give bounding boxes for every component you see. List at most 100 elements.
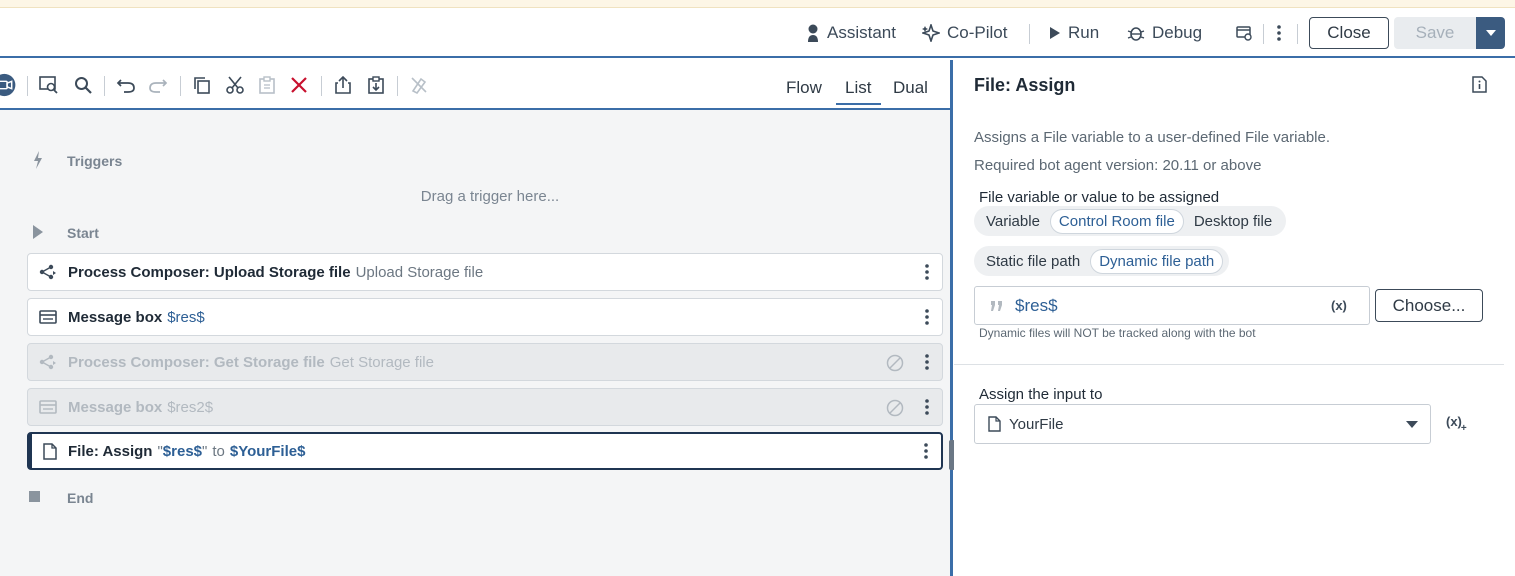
step-title: File: Assign [68,442,153,460]
file-source-selector: Variable Control Room file Desktop file [974,206,1287,236]
file-icon [43,442,57,460]
create-variable-button[interactable]: (x)+ [1446,414,1468,434]
cut-button[interactable] [223,73,247,97]
process-composer-icon [39,264,56,280]
play-icon [1050,27,1060,39]
file-path-value: $res$ [1015,295,1058,315]
find-in-page-icon [39,76,58,94]
panel-splitter[interactable] [950,60,953,576]
bug-icon [1127,27,1145,41]
copy-icon [194,77,210,94]
assistant-label: Assistant [827,23,896,42]
option-desktop-file[interactable]: Desktop file [1186,210,1280,233]
kebab-icon[interactable] [924,398,930,416]
list-item-selected[interactable]: File: Assign " $res$ " to $YourFile$ [27,432,943,470]
step-connector: to [212,442,225,460]
redo-button[interactable] [146,73,170,97]
tab-flow[interactable]: Flow [786,78,822,98]
search-button[interactable] [71,73,95,97]
chevron-down-icon [1406,421,1418,428]
notification-strip [0,0,1515,8]
save-button[interactable]: Save [1394,17,1476,49]
caret-down-icon [1485,30,1496,36]
export-button[interactable] [331,73,355,97]
step-title: Message box [68,398,163,416]
disable-action-button[interactable] [407,73,431,97]
kebab-icon[interactable] [923,442,929,460]
plus-icon: + [1460,423,1467,434]
action-info-icon[interactable] [1472,76,1487,93]
variables-panel-button[interactable] [1236,8,1259,58]
debug-button[interactable]: Debug [1127,8,1202,58]
process-composer-icon [39,354,56,370]
dynamic-file-note: Dynamic files will NOT be tracked along … [979,326,1256,340]
option-static-file-path[interactable]: Static file path [978,250,1088,273]
record-button[interactable] [0,73,20,97]
copilot-label: Co-Pilot [947,23,1008,42]
insert-variable-button[interactable]: (x) [1331,298,1347,313]
tab-list[interactable]: List [836,78,882,105]
separator [1297,24,1298,44]
end-label: End [67,490,94,506]
list-item[interactable]: Process Composer: Get Storage file Get S… [27,343,943,381]
option-dynamic-file-path[interactable]: Dynamic file path [1090,248,1224,274]
step-title: Process Composer: Get Storage file [68,353,325,371]
trigger-drop-zone[interactable]: Drag a trigger here... [0,188,980,205]
message-box-icon [39,310,57,324]
export-icon [335,76,351,94]
more-options-button[interactable] [1276,8,1289,58]
copilot-button[interactable]: Co-Pilot [922,8,1007,58]
close-button[interactable]: Close [1309,17,1389,49]
scissors-icon [226,76,244,94]
import-button[interactable] [364,73,388,97]
step-subtitle: Get Storage file [329,353,434,371]
kebab-icon [1277,25,1281,41]
end-icon [29,491,40,502]
delete-button[interactable] [287,73,311,97]
start-icon [33,225,43,239]
run-button[interactable]: Run [1049,8,1099,58]
separator [397,76,398,96]
redo-icon [149,79,168,93]
assign-variable-value: YourFile [1009,415,1064,433]
kebab-icon[interactable] [924,263,930,281]
save-options-button[interactable] [1476,17,1505,49]
debug-label: Debug [1152,23,1203,42]
copy-button[interactable] [190,73,214,97]
step-variable: $res$ [167,308,205,326]
option-variable[interactable]: Variable [978,210,1048,233]
kebab-icon[interactable] [924,353,930,371]
choose-button[interactable]: Choose... [1375,289,1483,322]
canvas-toolbar: Flow List Dual [0,60,952,110]
list-item[interactable]: Process Composer: Upload Storage file Up… [27,253,943,291]
separator [27,76,28,96]
assign-variable-select[interactable]: YourFile [974,404,1431,444]
step-variable: $YourFile$ [229,442,306,460]
separator [104,76,105,96]
separator [1263,24,1264,44]
list-item[interactable]: Message box $res$ [27,298,943,336]
disable-action-icon [411,77,427,94]
step-title: Process Composer: Upload Storage file [68,263,351,281]
separator [321,76,322,96]
assistant-button[interactable]: Assistant [806,8,896,58]
editor-topbar: Assistant Co-Pilot Run Debug Close Save [0,8,1515,58]
undo-button[interactable] [114,73,138,97]
lightning-icon [34,151,42,169]
paste-button[interactable] [255,73,279,97]
panel-description: Assigns a File variable to a user-define… [974,129,1331,146]
kebab-icon[interactable] [924,308,930,326]
file-path-type-selector: Static file path Dynamic file path [974,246,1230,276]
step-title: Message box [68,308,163,326]
assign-field-label: Assign the input to [979,386,1103,403]
tab-dual[interactable]: Dual [893,78,928,98]
list-item[interactable]: Message box $res2$ [27,388,943,426]
find-in-page-button[interactable] [37,73,61,97]
run-label: Run [1068,23,1100,42]
separator [1029,24,1030,44]
step-variable: $res2$ [167,398,214,416]
quote-icon [991,300,1002,311]
file-path-input[interactable]: $res$ (x) [974,286,1370,325]
option-control-room-file[interactable]: Control Room file [1049,208,1184,234]
value-field-label: File variable or value to be assigned [979,189,1220,206]
